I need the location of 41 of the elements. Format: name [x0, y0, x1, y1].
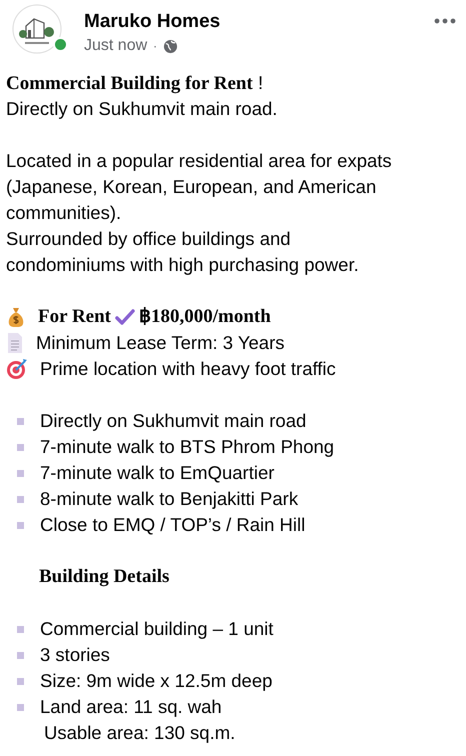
rent-price: ฿180,000/month	[139, 305, 271, 329]
list-item-text: 7-minute walk to BTS Phrom Phong	[40, 435, 334, 459]
list-item-text: 8-minute walk to Benjakitti Park	[40, 487, 298, 511]
list-item-text: Land area: 11 sq. wah	[40, 695, 222, 719]
author-name[interactable]: Maruko Homes	[84, 10, 220, 34]
check-mark-icon	[115, 309, 135, 325]
bullet-icon	[17, 626, 24, 632]
bullet-icon	[17, 470, 24, 476]
money-bag-icon	[6, 306, 26, 328]
globe-icon	[163, 38, 178, 54]
list-item-text: Size: 9m wide x 12.5m deep	[40, 669, 272, 693]
list-item-text: Usable area: 130 sq.m.	[44, 721, 236, 745]
bullet-icon	[17, 522, 24, 528]
separator: ·	[153, 38, 158, 55]
post-text: condominiums with high purchasing power.	[6, 253, 359, 277]
list-item-text: Close to EMQ / TOP’s / Rain Hill	[40, 513, 306, 537]
list-item-text: 7-minute walk to EmQuartier	[40, 461, 274, 485]
post-text: Prime location with heavy foot traffic	[40, 357, 336, 381]
logo-icon[interactable]	[12, 4, 62, 54]
rent-label: For Rent	[38, 305, 111, 329]
bullet-icon	[17, 418, 24, 424]
document-icon	[6, 332, 24, 354]
post-text: communities).	[6, 201, 122, 225]
list-item-text: Commercial building – 1 unit	[40, 617, 274, 641]
list-item-text: Directly on Sukhumvit main road	[40, 409, 306, 433]
section-heading: Building Details	[39, 565, 170, 589]
post-text: Directly on Sukhumvit main road.	[6, 97, 278, 121]
post-text: Located in a popular residential area for expats	[6, 149, 392, 173]
bullet-icon	[17, 444, 24, 450]
bullet-icon	[17, 496, 24, 502]
more-options-icon[interactable]	[434, 18, 456, 24]
list-item-text: 3 stories	[40, 643, 110, 667]
post-text: Commercial Building for Rent !	[6, 70, 264, 96]
post-text: Minimum Lease Term: 3 Years	[36, 331, 284, 355]
post-text: (Japanese, Korean, European, and American	[6, 175, 376, 199]
post-time[interactable]: Just now	[84, 36, 148, 56]
bullet-icon	[17, 704, 24, 710]
post-text: Surrounded by office buildings and	[6, 227, 291, 251]
target-icon	[6, 358, 28, 380]
bullet-icon	[17, 652, 24, 658]
bullet-icon	[17, 678, 24, 684]
